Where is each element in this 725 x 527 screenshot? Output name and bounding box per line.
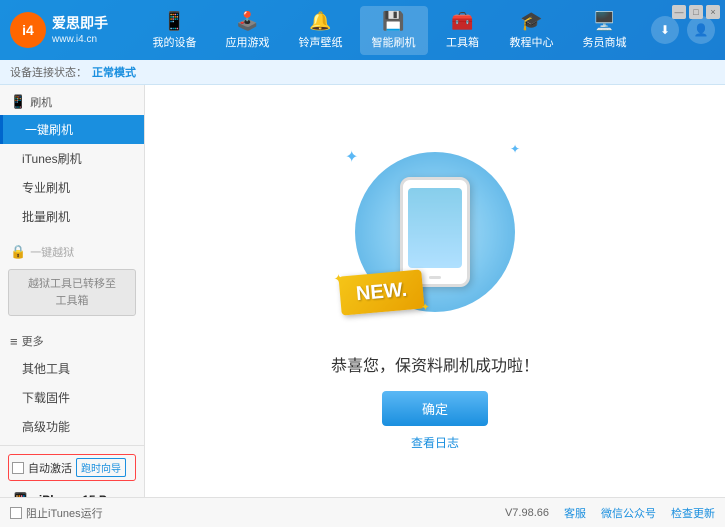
tab-service[interactable]: 🖥️ 务员商城: [571, 6, 639, 55]
sidebar-item-pro-flash[interactable]: 专业刷机: [0, 173, 144, 202]
flash-section-header: 📱 刷机: [0, 89, 144, 115]
phone-illustration: ✦ ✦ ✦ NEW.: [325, 132, 545, 332]
apps-icon: 🕹️: [236, 11, 258, 32]
log-link[interactable]: 查看日志: [411, 434, 459, 451]
new-text: NEW.: [355, 278, 408, 304]
tab-service-label: 务员商城: [583, 34, 627, 50]
more-icon: ≡: [10, 334, 18, 349]
sidebar-item-batch-flash[interactable]: 批量刷机: [0, 202, 144, 231]
more-section-header: ≡ 更多: [0, 328, 144, 354]
minimize-button[interactable]: —: [672, 5, 686, 19]
tab-ringtones-label: 铃声壁纸: [299, 34, 343, 50]
tab-flash-label: 智能刷机: [372, 34, 416, 50]
flash-section: 📱 刷机 一键刷机 iTunes刷机 专业刷机 批量刷机: [0, 85, 144, 235]
device-phone-icon: 📱: [8, 491, 33, 497]
close-button[interactable]: ×: [706, 5, 720, 19]
confirm-button[interactable]: 确定: [382, 391, 488, 426]
tab-my-device[interactable]: 📱 我的设备: [141, 6, 209, 55]
more-label: 更多: [22, 333, 44, 349]
status-bar: 设备连接状态： 正常模式: [0, 60, 725, 85]
lock-icon: 🔒: [10, 244, 26, 260]
check-update-link[interactable]: 检查更新: [671, 505, 715, 521]
service-link[interactable]: 客服: [564, 505, 586, 521]
tab-toolbox-label: 工具箱: [446, 34, 479, 50]
sidebar-item-one-key-flash[interactable]: 一键刷机: [0, 115, 144, 144]
itunes-check: 阻止iTunes运行: [10, 505, 103, 521]
flash-section-label: 刷机: [30, 94, 52, 110]
nav-tabs: 📱 我的设备 🕹️ 应用游戏 🔔 铃声壁纸 💾 智能刷机 🧰 工具箱 🎓: [128, 6, 651, 55]
tab-tutorial-label: 教程中心: [510, 34, 554, 50]
sidebar-item-advanced[interactable]: 高级功能: [0, 412, 144, 441]
bottom-bar: 阻止iTunes运行 V7.98.66 客服 微信公众号 检查更新: [0, 497, 725, 527]
service-icon: 🖥️: [593, 11, 615, 32]
tab-tutorial[interactable]: 🎓 教程中心: [498, 6, 566, 55]
itunes-label: 阻止iTunes运行: [26, 505, 103, 521]
jailbreak-section-header: 🔒 一键越狱: [0, 239, 144, 265]
maximize-button[interactable]: □: [689, 5, 703, 19]
tab-apps-label: 应用游戏: [226, 34, 270, 50]
jailbreak-notice: 越狱工具已转移至工具箱: [8, 269, 136, 316]
jailbreak-label: 一键越狱: [30, 244, 74, 260]
brand-name: 爱思即手: [52, 14, 108, 32]
window-controls: — □ ×: [672, 5, 720, 19]
jailbreak-section: 🔒 一键越狱 越狱工具已转移至工具箱: [0, 235, 144, 324]
flash-icon: 💾: [382, 11, 404, 32]
flash-section-icon: 📱: [10, 94, 26, 110]
status-prefix: 设备连接状态：: [10, 64, 87, 80]
content-area: ✦ ✦ ✦ NEW. 恭喜您，保资料刷机成功啦！ 确定 查看日志: [145, 85, 725, 497]
tutorial-icon: 🎓: [520, 11, 542, 32]
toolbox-icon: 🧰: [451, 11, 473, 32]
download-button[interactable]: ⬇: [651, 16, 679, 44]
itunes-checkbox[interactable]: [10, 507, 22, 519]
tab-apps-games[interactable]: 🕹️ 应用游戏: [214, 6, 282, 55]
my-device-icon: 📱: [163, 11, 185, 32]
more-section: ≡ 更多 其他工具 下载固件 高级功能: [0, 324, 144, 445]
user-icon: 👤: [694, 23, 709, 37]
success-message: 恭喜您，保资料刷机成功啦！: [331, 352, 539, 376]
version-label: V7.98.66: [505, 507, 549, 519]
auto-activate-label: 自动激活: [28, 460, 72, 476]
status-value: 正常模式: [92, 64, 136, 80]
ringtones-icon: 🔔: [309, 11, 331, 32]
main-layout: 📱 刷机 一键刷机 iTunes刷机 专业刷机 批量刷机 🔒 一键越狱 越狱工: [0, 85, 725, 497]
download-icon: ⬇: [660, 23, 670, 37]
sidebar-item-itunes-flash[interactable]: iTunes刷机: [0, 144, 144, 173]
logo: i4 爱思即手 www.i4.cn: [10, 12, 108, 48]
header-actions: ⬇ 👤: [651, 16, 715, 44]
bottom-right: V7.98.66 客服 微信公众号 检查更新: [505, 505, 715, 521]
device-name: iPhone 15 Pro Max: [39, 491, 136, 497]
header: i4 爱思即手 www.i4.cn 📱 我的设备 🕹️ 应用游戏 🔔 铃声壁纸 …: [0, 0, 725, 60]
sidebar-item-download-firmware[interactable]: 下载固件: [0, 383, 144, 412]
auto-activate-row: 自动激活 跑时向导: [8, 454, 136, 481]
auto-activate-checkbox[interactable]: [12, 462, 24, 474]
device-info: 📱 iPhone 15 Pro Max 512GB iPhone: [8, 487, 136, 497]
new-ribbon: NEW.: [338, 269, 424, 315]
sidebar-item-other-tools[interactable]: 其他工具: [0, 354, 144, 383]
guide-button[interactable]: 跑时向导: [76, 458, 126, 477]
device-bottom: 自动激活 跑时向导 📱 iPhone 15 Pro Max 512GB iPho…: [0, 445, 144, 497]
device-details: iPhone 15 Pro Max 512GB iPhone: [39, 491, 136, 497]
wechat-link[interactable]: 微信公众号: [601, 505, 656, 521]
tab-smart-flash[interactable]: 💾 智能刷机: [360, 6, 428, 55]
phone-button: [429, 276, 441, 279]
sparkle-icon-1: ✦: [345, 147, 358, 167]
tab-my-device-label: 我的设备: [153, 34, 197, 50]
tab-toolbox[interactable]: 🧰 工具箱: [433, 6, 493, 55]
sidebar: 📱 刷机 一键刷机 iTunes刷机 专业刷机 批量刷机 🔒 一键越狱 越狱工: [0, 85, 145, 497]
logo-icon: i4: [10, 12, 46, 48]
jailbreak-notice-text: 越狱工具已转移至工具箱: [28, 278, 116, 307]
tab-ringtones[interactable]: 🔔 铃声壁纸: [287, 6, 355, 55]
user-button[interactable]: 👤: [687, 16, 715, 44]
new-badge: NEW.: [340, 273, 423, 312]
bottom-left: 阻止iTunes运行: [10, 505, 103, 521]
sparkle-icon-2: ✦: [510, 142, 520, 156]
brand-url: www.i4.cn: [52, 33, 108, 46]
phone-screen: [408, 188, 462, 268]
